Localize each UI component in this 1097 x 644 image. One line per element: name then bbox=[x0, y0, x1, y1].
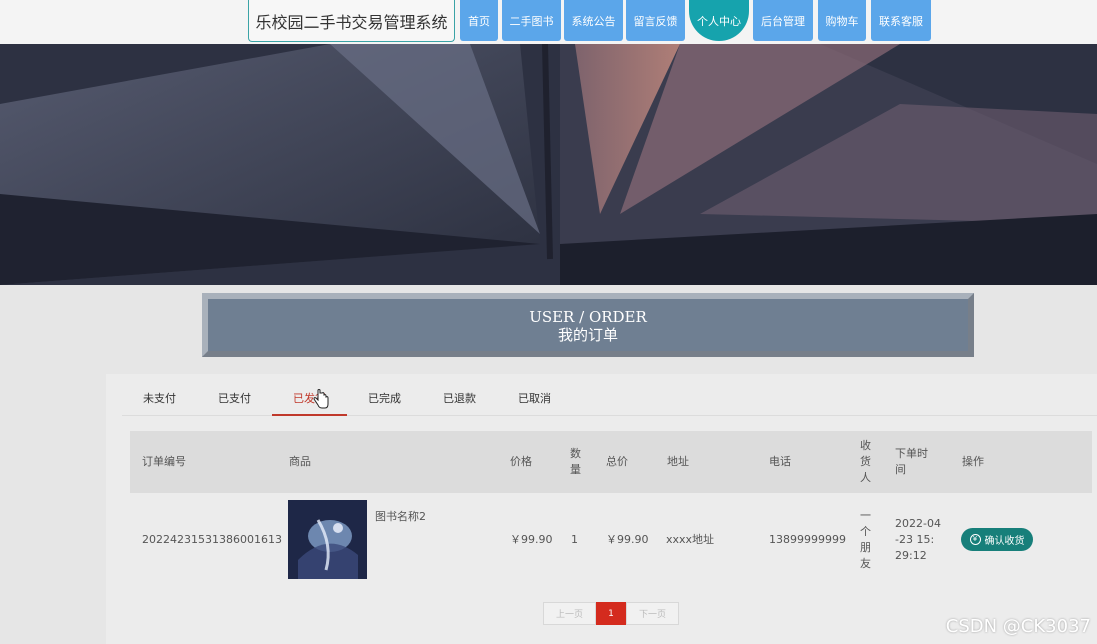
tab-cancelled[interactable]: 已取消 bbox=[497, 382, 572, 416]
nav-feedback[interactable]: 留言反馈 bbox=[626, 0, 685, 41]
yen-icon: ¥ bbox=[969, 534, 981, 545]
th-product: 商品 bbox=[289, 455, 311, 468]
prev-page-button[interactable]: 上一页 bbox=[543, 602, 596, 625]
open-book-illustration bbox=[0, 44, 1097, 285]
top-navigation-bar: 乐校园二手书交易管理系统 首页 二手图书 系统公告 留言反馈 个人中心 后台管理… bbox=[0, 0, 1097, 44]
th-order-no: 订单编号 bbox=[142, 455, 186, 468]
section-title-en: USER / ORDER bbox=[529, 308, 647, 326]
order-status-tabs: 未支付 已支付 已发货 已完成 已退款 已取消 bbox=[122, 382, 1097, 416]
cell-qty: 1 bbox=[571, 533, 578, 546]
th-action: 操作 bbox=[962, 455, 984, 468]
order-section-header: USER / ORDER 我的订单 bbox=[202, 293, 974, 357]
cell-order-time: 2022-04-23 15:29:12 bbox=[895, 517, 941, 562]
tab-paid[interactable]: 已支付 bbox=[197, 382, 272, 416]
nav-cart[interactable]: 购物车 bbox=[818, 0, 866, 41]
page-number-current[interactable]: 1 bbox=[596, 602, 626, 625]
th-price: 价格 bbox=[510, 455, 532, 468]
section-title-zh: 我的订单 bbox=[557, 326, 618, 344]
nav-home[interactable]: 首页 bbox=[460, 0, 498, 41]
cell-address: xxxx地址 bbox=[666, 533, 715, 546]
product-thumbnail[interactable] bbox=[288, 500, 367, 579]
cell-order-no: 20224231531386001613 bbox=[142, 533, 282, 546]
nav-books[interactable]: 二手图书 bbox=[502, 0, 561, 41]
cell-price: ￥99.90 bbox=[510, 533, 553, 546]
th-address: 地址 bbox=[667, 455, 689, 468]
confirm-receipt-label: 确认收货 bbox=[984, 536, 1025, 547]
nav-customer-service[interactable]: 联系客服 bbox=[871, 0, 931, 41]
nav-announcements[interactable]: 系统公告 bbox=[564, 0, 623, 41]
tab-refunded[interactable]: 已退款 bbox=[422, 382, 497, 416]
tab-completed[interactable]: 已完成 bbox=[347, 382, 422, 416]
hero-banner bbox=[0, 44, 1097, 285]
tab-unpaid[interactable]: 未支付 bbox=[122, 382, 197, 416]
th-qty: 数量 bbox=[570, 447, 581, 476]
th-total: 总价 bbox=[606, 455, 628, 468]
th-phone: 电话 bbox=[769, 455, 791, 468]
cell-total: ￥99.90 bbox=[606, 533, 649, 546]
nav-admin[interactable]: 后台管理 bbox=[753, 0, 813, 41]
hand-cursor-icon bbox=[313, 389, 329, 409]
tab-shipped[interactable]: 已发货 bbox=[272, 382, 347, 416]
watermark: CSDN @CK3037 bbox=[945, 616, 1091, 637]
th-order-time: 下单时间 bbox=[895, 447, 928, 476]
next-page-button[interactable]: 下一页 bbox=[626, 602, 679, 625]
site-title[interactable]: 乐校园二手书交易管理系统 bbox=[248, 0, 455, 42]
nav-user-center[interactable]: 个人中心 bbox=[689, 0, 749, 41]
cell-receiver: 一个朋友 bbox=[860, 509, 871, 570]
th-receiver: 收货人 bbox=[860, 439, 871, 484]
cell-product-name[interactable]: 图书名称2 bbox=[375, 509, 426, 525]
book-cover-image bbox=[288, 500, 367, 579]
cell-phone: 13899999999 bbox=[769, 533, 846, 546]
confirm-receipt-button[interactable]: ¥ 确认收货 bbox=[961, 528, 1033, 551]
